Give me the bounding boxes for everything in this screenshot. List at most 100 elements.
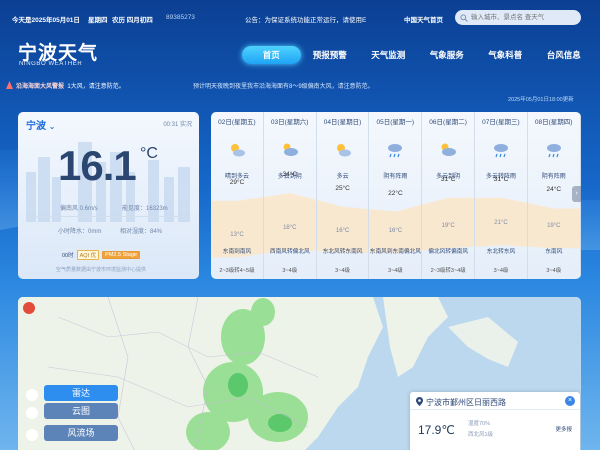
city-name: 宁波 <box>26 121 46 132</box>
forecast-date: 08日(星期四) <box>534 119 573 126</box>
nav-forecast-warning[interactable]: 预报预警 <box>301 46 360 64</box>
forecast-low: 16°C <box>388 227 403 234</box>
forecast-low: 19°C <box>547 223 561 230</box>
cma-home-link[interactable]: 中国天气首页 <box>404 14 443 24</box>
temperature-unit: °C <box>140 145 158 162</box>
wind-icon <box>26 429 38 441</box>
forecast-wind: 东北转东风 <box>486 249 516 255</box>
weather-map[interactable]: 雷达 云图 风流场 宁波市鄞州区日丽西路 × 17.9℃ 湿度70% 西北风1级… <box>18 297 581 450</box>
current-weather-card: 宁波 ⌄ 00:31 实况 16.1 °C 偏南风 0.6m/s 能见度：163… <box>18 112 199 279</box>
divider <box>28 216 190 217</box>
divider <box>410 409 580 410</box>
city-selector[interactable]: 宁波 ⌄ <box>26 117 55 132</box>
cloud-icon <box>283 143 298 156</box>
layer-cloud[interactable]: 云图 <box>44 403 118 419</box>
forecast-low: 19°C <box>441 223 455 230</box>
rain-icon <box>388 144 403 158</box>
alert-text-1: 沿海海面大风警报 1大风，请注意防范。 <box>16 81 125 90</box>
forecast-day[interactable]: 06日(星期二) 多云到阴 31°C 19°C 偏北风转偏南风 2~3级转3~4级 <box>422 112 475 279</box>
location-humidity: 湿度70% <box>468 421 491 427</box>
forecast-wind-level: 3~4级 <box>387 268 403 274</box>
forecast-wind-level: 3~4级 <box>335 268 351 274</box>
forecast-low: 13°C <box>230 232 244 239</box>
alert-title: 沿海海面大风警报 <box>16 84 65 90</box>
date-text: 今天是2025年05月01日 <box>12 17 80 24</box>
phone-text: 89385273 <box>166 14 195 21</box>
forecast-high: 25°C <box>335 184 350 192</box>
forecast-date: 05日(星期一) <box>376 119 415 126</box>
aqi-time: 00时 <box>62 253 74 259</box>
forecast-day[interactable]: 02日(星期五) 晴到多云 29°C 13°C 东南到南风 2~3级转4~5级 <box>211 112 264 279</box>
forecast-day[interactable]: 07日(星期三) 多云转阵雨 31°C 21°C 东北转东风 3~4级 <box>475 112 528 279</box>
alert-message-1: 1大风，请注意防范。 <box>67 84 125 90</box>
forecast-wind-level: 3~4级 <box>493 268 509 274</box>
main-nav: 首页 预报预警 天气监测 气象服务 气象科普 台风信息 <box>242 46 593 64</box>
forecast-day[interactable]: 03日(星期六) 多云到阴 34°C 18°C 西南风转偏北风 3~4级 <box>264 112 317 279</box>
location-name: 宁波市鄞州区日丽西路 <box>426 398 506 407</box>
forecast-high: 31°C <box>493 175 509 183</box>
forecast-wind: 东北风转东南风 <box>322 249 363 255</box>
forecast-high: 29°C <box>229 178 245 186</box>
forecast-date: 02日(星期五) <box>218 119 256 126</box>
forecast-next-arrow[interactable]: › <box>572 186 581 202</box>
forecast-wind-level: 2~3级转3~4级 <box>430 268 466 274</box>
notice-text: 公告：为保证系统功能正常运行，请使用E <box>245 17 367 24</box>
search-input[interactable] <box>455 10 581 25</box>
realtime-label: 00:31 实况 <box>163 122 192 128</box>
layer-wind[interactable]: 风流场 <box>44 425 118 441</box>
warning-icon <box>6 81 13 89</box>
alert-message-2: 预计明天夜晚到夜里我市沿海海面有8～9级偏南大风，请注意防范。 <box>193 84 374 90</box>
sun-cloud-icon <box>231 144 245 157</box>
humidity-value: 相对湿度：84% <box>120 229 163 235</box>
location-wind: 西北风1级 <box>468 432 494 438</box>
alert-ticker[interactable]: 沿海海面大风警报 1大风，请注意防范。 预计明天夜晚到夜里我市沿海海面有8～9级… <box>0 78 600 103</box>
nav-typhoon[interactable]: 台风信息 <box>535 46 594 64</box>
forecast-date: 04日(星期日) <box>323 119 362 126</box>
wind-value: 偏南风 0.6m/s <box>60 206 98 212</box>
nav-monitoring[interactable]: 天气监测 <box>359 46 418 64</box>
current-temperature: 16.1 <box>58 142 137 189</box>
rain-value: 小时降水：0mm <box>58 229 102 235</box>
top-bar: 今天是2025年05月01日 星期四 农历 四月初四 89385273 公告：为… <box>0 0 600 36</box>
rain-icon <box>494 144 508 158</box>
search-icon[interactable] <box>460 14 468 22</box>
forecast-high: 31°C <box>440 175 456 183</box>
nav-science[interactable]: 气象科普 <box>476 46 535 64</box>
more-link[interactable]: 更多报 <box>555 425 572 433</box>
pm25-badge: PM2.5 Stage <box>102 251 140 259</box>
seven-day-forecast: 02日(星期五) 晴到多云 29°C 13°C 东南到南风 2~3级转4~5级 03日(星期… <box>211 112 581 279</box>
location-temperature: 17.9℃ <box>418 423 455 437</box>
forecast-day[interactable]: 05日(星期一) 阴有阵雨 22°C 16°C 东南风到东南偏北风 3~4级 <box>369 112 423 279</box>
aqi-source-note: 空气质量数据由宁波市环境监测中心提供 <box>56 267 147 273</box>
location-pin-icon <box>416 397 423 406</box>
forecast-wind: 东南到南风 <box>222 249 252 255</box>
forecast-wind: 西南风转偏北风 <box>269 249 310 255</box>
location-popup: 宁波市鄞州区日丽西路 × 17.9℃ 湿度70% 西北风1级 更多报 <box>410 392 580 450</box>
aqi-badge: AQI 优 <box>76 250 100 260</box>
cloud-map-icon <box>26 407 38 419</box>
nav-home[interactable]: 首页 <box>242 46 301 64</box>
map-logo-icon <box>23 302 35 314</box>
forecast-low: 16°C <box>335 227 350 234</box>
cloud-icon <box>441 143 457 156</box>
forecast-desc: 阴有阵雨 <box>383 174 408 180</box>
update-time: 2025年05月01日18:00更新 <box>508 97 574 103</box>
layer-radar[interactable]: 雷达 <box>44 385 118 401</box>
air-quality: 00时 AQI 优 PM2.5 Stage <box>62 250 140 260</box>
site-logo-en: NINGBO WEATHER <box>19 61 83 67</box>
forecast-wind: 偏北风转偏南风 <box>428 249 469 255</box>
forecast-day[interactable]: 04日(星期日) 多云 25°C 16°C 东北风转东南风 3~4级 <box>317 112 370 279</box>
rain-icon <box>546 144 561 158</box>
forecast-desc: 多云 <box>336 174 349 180</box>
forecast-date: 06日(星期二) <box>429 119 467 126</box>
page: 今天是2025年05月01日 星期四 农历 四月初四 89385273 公告：为… <box>0 0 600 450</box>
forecast-wind: 东南风到东南偏北风 <box>369 249 421 255</box>
weekday-text: 星期四 <box>88 17 108 24</box>
visibility-value: 能见度：16323m <box>122 206 168 212</box>
forecast-wind-level: 3~4级 <box>282 268 298 274</box>
chevron-down-icon: ⌄ <box>48 122 56 131</box>
radar-icon <box>26 389 38 401</box>
nav-services[interactable]: 气象服务 <box>418 46 477 64</box>
close-icon[interactable]: × <box>565 396 575 406</box>
forecast-low: 21°C <box>494 220 508 227</box>
